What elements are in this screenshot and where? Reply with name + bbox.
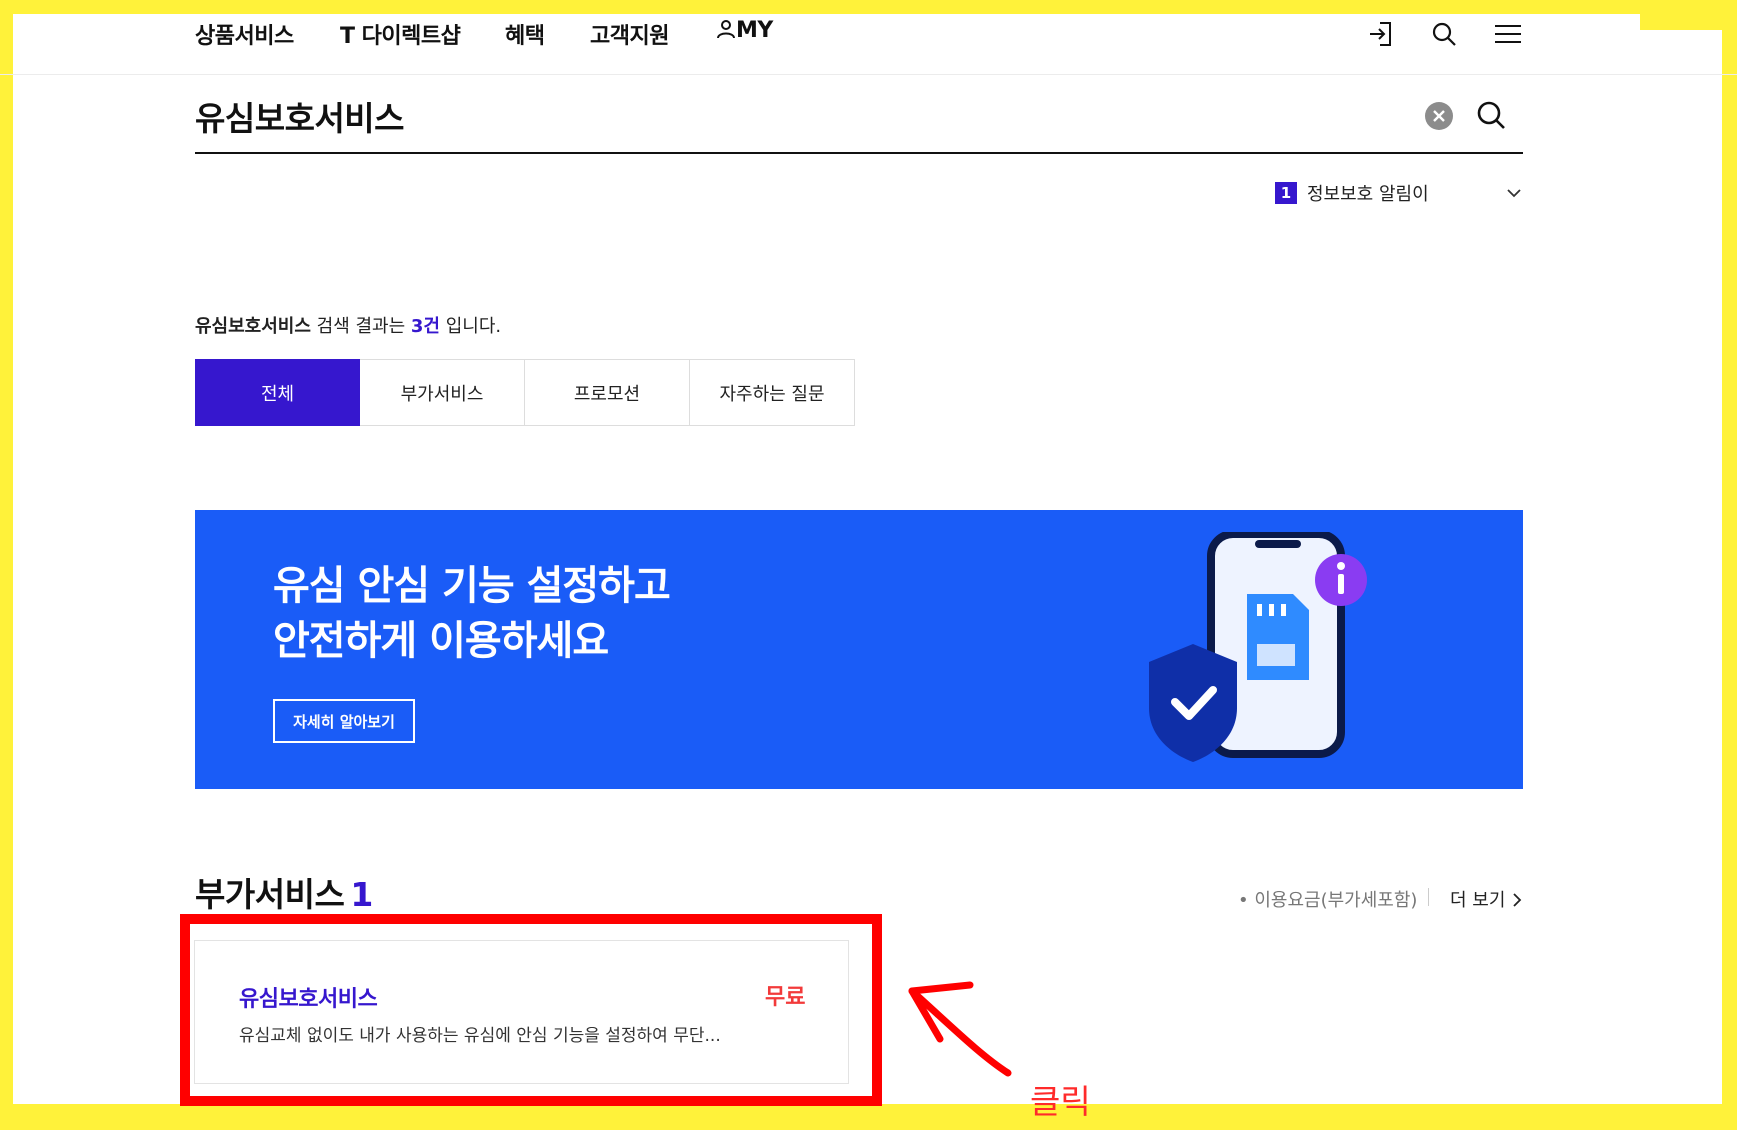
search-icon[interactable] [1430, 20, 1458, 48]
gnb-item-direct-shop[interactable]: T 다이렉트샵 [340, 18, 461, 50]
gnb-item-my[interactable]: MY [716, 18, 773, 43]
login-icon[interactable] [1366, 20, 1394, 48]
promo-banner[interactable]: 유심 안심 기능 설정하고 안전하게 이용하세요 자세히 알아보기 [195, 510, 1523, 789]
frame-bottom [0, 1104, 1737, 1130]
divider [1428, 888, 1429, 906]
section-count: 1 [350, 875, 373, 914]
section-title-text: 부가서비스 [195, 875, 345, 914]
menu-icon[interactable] [1494, 20, 1522, 48]
section-title: 부가서비스 1 [195, 868, 373, 916]
banner-headline-2: 안전하게 이용하세요 [273, 618, 609, 664]
phone-sim-shield-illustration [1149, 532, 1367, 762]
search-submit-icon[interactable] [1475, 99, 1507, 131]
chevron-down-icon[interactable] [1505, 184, 1523, 202]
more-link-label: 더 보기 [1450, 890, 1506, 911]
gnb-item-support[interactable]: 고객지원 [590, 18, 669, 50]
annotation-highlight-box [180, 914, 882, 1106]
result-summary: 유심보호서비스 검색 결과는 3건 입니다. [195, 312, 501, 338]
gnb-item-benefits[interactable]: 혜택 [505, 18, 545, 50]
gnb-item-products[interactable]: 상품서비스 [195, 18, 294, 50]
popular-keyword[interactable]: 1 정보보호 알림이 [1275, 180, 1429, 206]
tab-addon-services[interactable]: 부가서비스 [360, 359, 525, 426]
more-link[interactable]: 더 보기 [1450, 886, 1523, 912]
annotation-arrow-icon [908, 981, 1012, 1077]
search-input[interactable]: 유심보호서비스 [195, 92, 405, 140]
gnb-item-my-label: MY [736, 18, 773, 43]
tab-all[interactable]: 전체 [195, 359, 360, 426]
tab-faq[interactable]: 자주하는 질문 [690, 359, 855, 426]
search-underline [195, 152, 1523, 154]
popular-rank-badge: 1 [1275, 182, 1297, 204]
summary-keyword: 유심보호서비스 [195, 316, 311, 337]
chevron-right-icon [1513, 893, 1522, 907]
banner-headline-1: 유심 안심 기능 설정하고 [273, 563, 671, 609]
global-nav: 상품서비스 T 다이렉트샵 혜택 고객지원 MY [0, 14, 1737, 75]
frame-right [1722, 0, 1737, 1130]
clear-search-button[interactable] [1425, 102, 1453, 130]
annotation-label: 클릭 [1030, 1082, 1091, 1121]
summary-mid: 검색 결과는 [310, 316, 411, 337]
summary-count: 3건 [410, 316, 440, 337]
user-icon [717, 20, 735, 39]
banner-detail-button[interactable]: 자세히 알아보기 [273, 699, 415, 743]
fee-note: • 이용요금(부가세포함) [1238, 890, 1418, 911]
close-icon [1433, 110, 1445, 122]
popular-keyword-text: 정보보호 알림이 [1307, 184, 1429, 205]
result-tabs: 전체 부가서비스 프로모션 자주하는 질문 [195, 359, 855, 426]
frame-left [0, 0, 13, 1130]
frame-top [0, 0, 1737, 14]
summary-tail: 입니다. [439, 316, 502, 337]
tab-promotion[interactable]: 프로모션 [525, 359, 690, 426]
